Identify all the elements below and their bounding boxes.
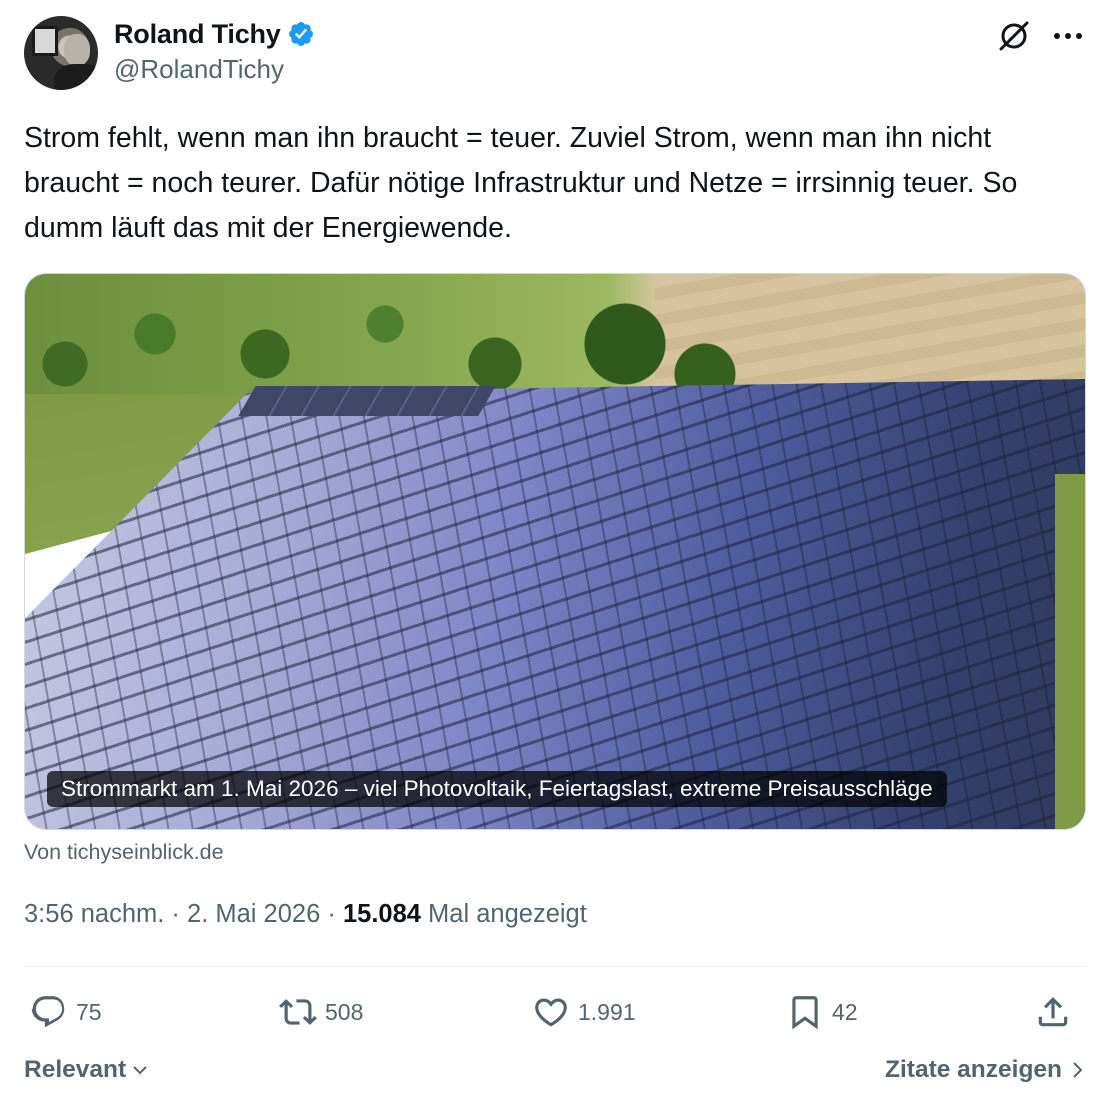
author-name-row: Roland Tichy — [114, 16, 315, 52]
meta-separator: · — [164, 900, 188, 928]
link-source[interactable]: Von tichyseinblick.de — [24, 840, 224, 865]
tweet-date[interactable]: 2. Mai 2026 — [187, 900, 320, 928]
top-actions — [996, 18, 1086, 54]
retweet-button[interactable]: 508 — [279, 988, 363, 1036]
retweet-count: 508 — [325, 998, 364, 1025]
link-card-image[interactable]: Strommarkt am 1. Mai 2026 – viel Photovo… — [24, 273, 1086, 830]
heart-icon — [535, 998, 567, 1027]
image-grass-edge — [1055, 474, 1085, 829]
share-icon — [1038, 997, 1068, 1027]
view-quotes-link[interactable]: Zitate anzeigen — [885, 1056, 1086, 1084]
action-bar: 75 508 1.991 42 — [24, 988, 1086, 1036]
avatar-background-frame — [32, 26, 58, 56]
sort-label: Relevant — [24, 1056, 127, 1083]
retweet-icon — [279, 999, 317, 1025]
like-count: 1.991 — [578, 998, 636, 1025]
author-display-name[interactable]: Roland Tichy — [114, 19, 281, 50]
more-icon[interactable] — [1050, 18, 1086, 54]
author-handle[interactable]: @RolandTichy — [114, 54, 284, 85]
reply-count: 75 — [76, 998, 102, 1025]
views-count: 15.084 — [342, 900, 421, 928]
chevron-down-icon — [133, 1066, 147, 1075]
bookmark-icon — [792, 996, 818, 1030]
like-button[interactable]: 1.991 — [532, 988, 636, 1036]
chevron-right-icon — [1073, 1062, 1083, 1078]
views-label: Mal angezeigt — [428, 900, 587, 928]
divider — [24, 966, 1086, 967]
image-solar-panels-small — [238, 386, 496, 416]
quotes-label: Zitate anzeigen — [885, 1056, 1062, 1083]
tweet-text: Strom fehlt, wenn man ihn braucht = teue… — [24, 122, 1018, 244]
avatar-face — [64, 34, 90, 66]
avatar[interactable] — [24, 16, 98, 90]
grok-icon[interactable] — [996, 18, 1032, 54]
meta-separator-2: · — [320, 900, 343, 928]
link-card-caption: Strommarkt am 1. Mai 2026 – viel Photovo… — [47, 771, 947, 807]
reply-button[interactable]: 75 — [30, 988, 102, 1036]
reply-icon — [31, 996, 65, 1028]
tweet-meta: 3:56 nachm. · 2. Mai 2026 · 15.084 Mal a… — [24, 900, 587, 929]
bookmark-button[interactable]: 42 — [786, 988, 858, 1036]
sort-dropdown[interactable]: Relevant — [24, 1056, 150, 1084]
avatar-suit — [54, 64, 98, 90]
tweet-time[interactable]: 3:56 nachm. — [24, 900, 164, 928]
share-button[interactable] — [1034, 988, 1072, 1036]
bookmark-count: 42 — [832, 998, 858, 1025]
verified-badge-icon[interactable] — [287, 20, 315, 48]
